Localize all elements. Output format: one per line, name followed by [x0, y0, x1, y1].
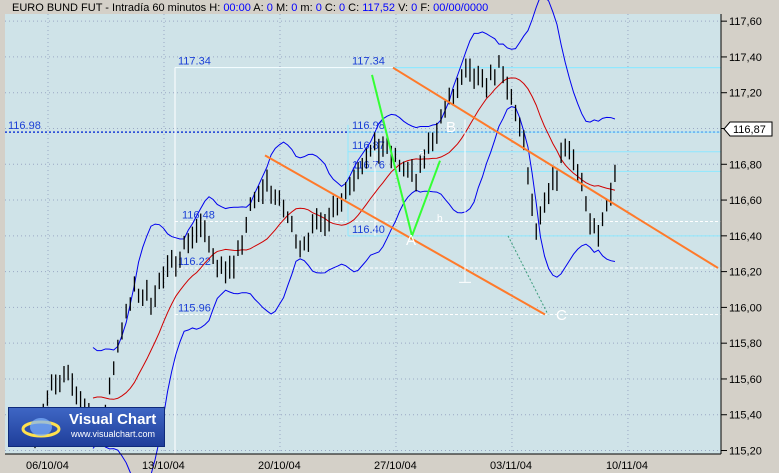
x-tick-label: 27/10/04 [374, 460, 417, 472]
y-tick-label: 115,60 [729, 374, 762, 386]
wave-label: B [446, 119, 456, 136]
visual-chart-logo: Visual Chart www.visualchart.com [8, 407, 165, 447]
level-label: 116.98 [8, 120, 41, 132]
y-tick-label: 117,20 [729, 88, 762, 100]
y-tick-label: 116,00 [729, 302, 762, 314]
level-label: 116.40 [352, 224, 385, 236]
x-tick-label: 20/10/04 [258, 460, 301, 472]
y-tick-label: 115,80 [729, 338, 762, 350]
chart-root: 117.34 117.34 116.98 116.98 116.87 116.76 116.… [0, 0, 779, 473]
x-tick-label: 06/10/04 [26, 460, 69, 472]
level-label: 116.48 [182, 210, 215, 222]
y-tick-label: 115,40 [729, 410, 762, 422]
x-tick-label: 10/11/04 [606, 460, 648, 472]
y-tick-label: 115,20 [729, 446, 762, 458]
chart-svg: 117.34 117.34116.98 116.98116.87116.76116.… [5, 0, 773, 473]
y-tick-label: 117,40 [729, 52, 762, 64]
last-price-label: 116,87 [733, 124, 766, 136]
x-tick-label: 13/10/04 [142, 460, 185, 472]
wave-label: a [419, 147, 425, 158]
y-tick-label: 116,80 [729, 159, 762, 171]
logo-swirl-icon [21, 418, 61, 438]
last-price-marker: 116,87 [723, 121, 773, 137]
chart-header: EURO BUND FUT - Intradía 60 minutos H: 0… [12, 2, 488, 14]
level-label: 115.96 [178, 303, 211, 315]
level-label: 117.34 [352, 56, 385, 68]
wave-label: C [556, 307, 567, 324]
x-tick-label: 03/11/04 [490, 460, 532, 472]
y-tick-label: 116,20 [729, 267, 762, 279]
y-tick-label: 116,60 [729, 195, 762, 207]
wave-label: b [437, 214, 443, 225]
wave-label: A [406, 232, 416, 249]
logo-url: www.visualchart.com [71, 429, 156, 439]
y-tick-label: 117,60 [729, 16, 762, 28]
logo-title: Visual Chart [69, 411, 157, 428]
y-tick-label: 116,40 [729, 231, 762, 243]
level-label: 117.34 [178, 56, 211, 68]
